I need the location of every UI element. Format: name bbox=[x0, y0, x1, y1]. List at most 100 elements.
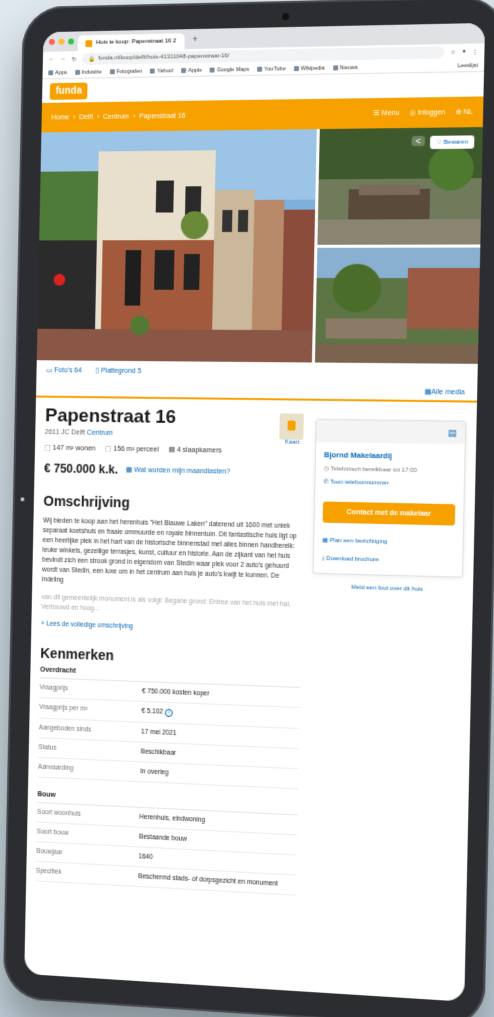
breadcrumb-centrum[interactable]: Centrum bbox=[103, 113, 129, 120]
main-content: Papenstraat 16 2611 JC Delft Centrum ⬚ 1… bbox=[26, 397, 477, 905]
bookmark-item[interactable]: Google Maps bbox=[210, 66, 249, 73]
bed-icon: ▤ bbox=[168, 447, 177, 454]
bookmark-icon bbox=[257, 67, 262, 72]
breadcrumb: Home › Delft › Centrum › Papenstraat 16 bbox=[51, 110, 373, 121]
contact-agent-button[interactable]: Contact met de makelaar bbox=[323, 502, 456, 526]
bookmark-icon bbox=[48, 70, 53, 75]
agent-card: ▤ Bjornd Makelaardij ◷ Telefonisch berei… bbox=[313, 419, 467, 578]
side-sensor bbox=[21, 497, 25, 501]
district-link[interactable]: Centrum bbox=[87, 430, 113, 437]
map-thumbnail bbox=[279, 413, 304, 439]
tablet-device: Huis te koop: Papenstraat 16 2 + ← → ↻ 🔒… bbox=[3, 0, 494, 1017]
listing-title: Papenstraat 16 bbox=[45, 405, 306, 430]
tablet-screen: Huis te koop: Papenstraat 16 2 + ← → ↻ 🔒… bbox=[24, 23, 485, 1002]
bookmark-item[interactable]: Apple bbox=[181, 67, 202, 73]
background: Huis te koop: Papenstraat 16 2 + ← → ↻ 🔒… bbox=[0, 0, 494, 1017]
browser-tab[interactable]: Huis te koop: Papenstraat 16 2 bbox=[78, 33, 185, 51]
breadcrumb-delft[interactable]: Delft bbox=[79, 114, 93, 121]
funda-favicon-icon bbox=[85, 40, 92, 47]
close-window-button[interactable] bbox=[49, 39, 55, 45]
globe-icon: ⊕ bbox=[455, 109, 463, 116]
breadcrumb-current: Papenstraat 16 bbox=[139, 112, 186, 120]
listing-details: Papenstraat 16 2611 JC Delft Centrum ⬚ 1… bbox=[36, 398, 316, 897]
description-text: Wij bieden te koop aan het herenhuis "He… bbox=[42, 516, 304, 592]
photo-gallery: < ♡ Bewaren bbox=[37, 127, 483, 364]
read-more-link[interactable]: + Lees de volledige omschrijving bbox=[41, 620, 301, 635]
agent-card-header: ▤ bbox=[316, 420, 465, 444]
menu-link[interactable]: ☰ Menu bbox=[373, 109, 399, 117]
lock-icon: 🔒 bbox=[88, 55, 95, 62]
info-icon[interactable]: i bbox=[165, 709, 173, 717]
house-facade-image bbox=[37, 129, 317, 362]
tab-title: Huis te koop: Papenstraat 16 2 bbox=[96, 38, 176, 46]
breadcrumb-separator: › bbox=[73, 114, 75, 121]
site-nav: ☰ Menu ◎ Inloggen ⊕ NL bbox=[373, 108, 473, 117]
language-link[interactable]: ⊕ NL bbox=[455, 108, 472, 116]
area-icon: ⬚ bbox=[44, 445, 52, 452]
description-heading: Omschrijving bbox=[43, 493, 304, 514]
listing-price: € 750.000 k.k. bbox=[44, 461, 118, 476]
bookmark-icon bbox=[110, 69, 115, 74]
breadcrumb-separator: › bbox=[97, 113, 99, 120]
agent-info: Bjornd Makelaardij ◷ Telefonisch bereikb… bbox=[315, 442, 465, 496]
breadcrumb-home[interactable]: Home bbox=[51, 114, 69, 121]
show-phone-link[interactable]: ✆ Toon telefoonnummer bbox=[323, 478, 455, 488]
garden-photo-1[interactable]: < ♡ Bewaren bbox=[317, 127, 482, 244]
share-icon[interactable]: < bbox=[411, 136, 425, 146]
map-link[interactable]: Kaart bbox=[279, 413, 306, 445]
login-link[interactable]: ◎ Inloggen bbox=[409, 108, 445, 117]
reading-list-link[interactable]: Leeslijst bbox=[457, 62, 478, 68]
living-area: ⬚ 147 m² wonen bbox=[44, 444, 95, 453]
save-button[interactable]: ♡ Bewaren bbox=[430, 135, 474, 149]
bookmark-item[interactable]: Yahoo! bbox=[150, 68, 174, 74]
bookmark-icon bbox=[75, 70, 80, 75]
agent-hours: ◷ Telefonisch bereikbaar tot 17:00 bbox=[324, 465, 456, 474]
bookmark-icon bbox=[210, 68, 215, 73]
bookmark-icon bbox=[294, 66, 299, 71]
profile-icon[interactable]: ● bbox=[462, 49, 466, 55]
side-photos: < ♡ Bewaren bbox=[315, 127, 483, 364]
minimize-window-button[interactable] bbox=[59, 39, 65, 45]
url-text: funda.nl/koop/delft/huis-41311048-papens… bbox=[98, 53, 229, 61]
monthly-costs-link[interactable]: ▦ Wat worden mijn maandlasten? bbox=[126, 466, 230, 476]
hamburger-icon: ☰ bbox=[373, 110, 382, 117]
maximize-window-button[interactable] bbox=[68, 38, 74, 44]
bedrooms: ▤ 4 slaapkamers bbox=[168, 446, 221, 455]
agent-name[interactable]: Bjornd Makelaardij bbox=[324, 450, 392, 460]
breadcrumb-separator: › bbox=[133, 113, 135, 120]
bookmark-item[interactable]: Fotografen bbox=[110, 68, 143, 75]
features-heading: Kenmerken bbox=[40, 645, 301, 670]
agent-logo-icon: ▤ bbox=[448, 427, 457, 438]
floorplan-link[interactable]: ▯ Plattegrond 5 bbox=[95, 367, 141, 375]
bookmark-icon bbox=[150, 69, 155, 74]
bookmark-icon bbox=[333, 65, 338, 70]
bookmark-icon bbox=[181, 68, 186, 73]
bookmark-item[interactable]: Nieuws bbox=[333, 64, 358, 70]
menu-dots-icon[interactable]: ⋮ bbox=[472, 48, 478, 55]
report-error-link[interactable]: Meld een fout over dit huis bbox=[312, 584, 463, 594]
funda-logo[interactable]: funda bbox=[50, 82, 88, 99]
back-icon[interactable]: ← bbox=[49, 57, 55, 63]
map-pin-icon bbox=[287, 420, 295, 430]
sidebar: ▤ Bjornd Makelaardij ◷ Telefonisch berei… bbox=[306, 401, 467, 905]
listing-location: 2611 JC Delft Centrum bbox=[45, 429, 306, 440]
camera bbox=[282, 13, 289, 20]
listing-features: ⬚ 147 m² wonen ⬚ 156 m² perceel ▤ 4 slaa… bbox=[44, 444, 305, 456]
price-row: € 750.000 k.k. ▦ Wat worden mijn maandla… bbox=[44, 461, 305, 480]
photos-link[interactable]: ▭ Foto's 64 bbox=[46, 366, 82, 374]
star-icon[interactable]: ☆ bbox=[450, 48, 456, 55]
new-tab-button[interactable]: + bbox=[192, 34, 197, 44]
bookmark-item[interactable]: Wikipedia bbox=[294, 65, 325, 72]
bookmark-item[interactable]: YouTube bbox=[257, 66, 286, 73]
reload-icon[interactable]: ↻ bbox=[72, 56, 77, 63]
bookmark-item[interactable]: Apps bbox=[48, 70, 67, 76]
photo-icon: ▭ bbox=[46, 367, 54, 374]
main-house-photo[interactable] bbox=[37, 129, 317, 362]
plot-area: ⬚ 156 m² perceel bbox=[105, 445, 159, 454]
description-fade: van dit gemeentelijk monument is als vol… bbox=[41, 593, 302, 621]
forward-icon[interactable]: → bbox=[60, 56, 66, 62]
garden-photo-2[interactable] bbox=[315, 247, 480, 364]
bookmark-item[interactable]: Industrie bbox=[75, 69, 102, 75]
garden-courtyard-image bbox=[315, 247, 480, 364]
download-brochure-link[interactable]: ⤓ Download brochure bbox=[314, 550, 463, 577]
